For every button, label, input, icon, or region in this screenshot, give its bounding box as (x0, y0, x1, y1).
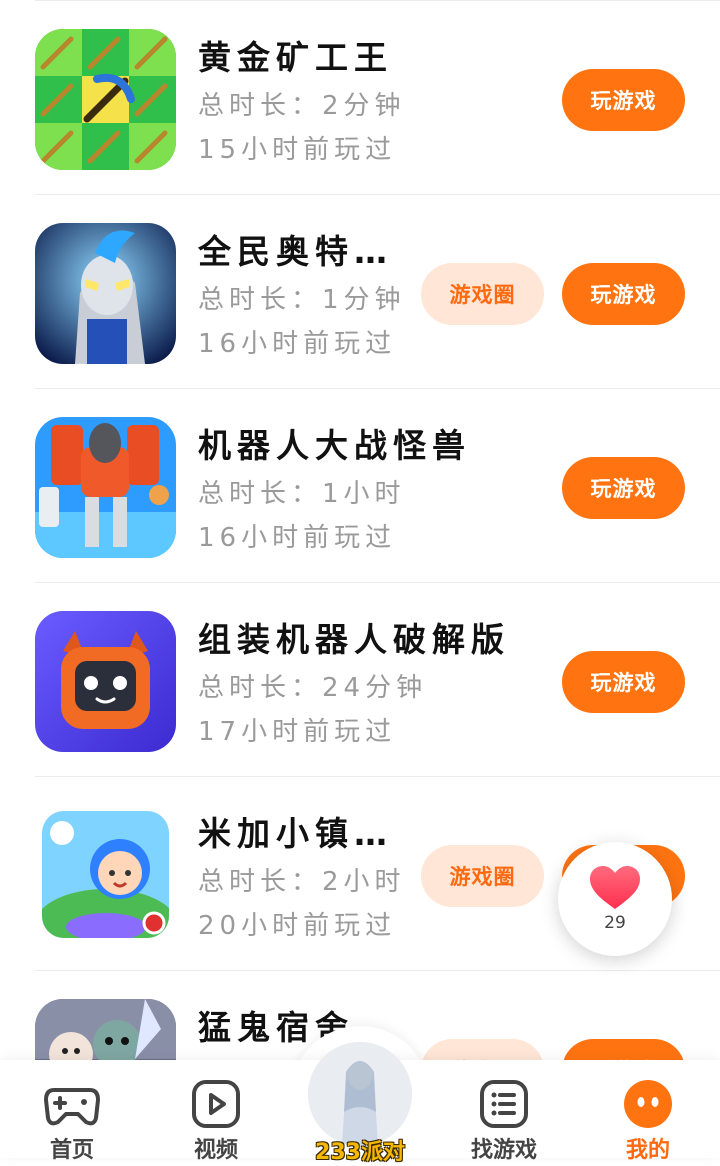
play-duration: 总时长：1小时 (198, 479, 406, 509)
gamepad-icon (44, 1088, 100, 1126)
game-title: 机器人大战怪兽 (198, 426, 471, 465)
tab-video[interactable]: 视频 (144, 1060, 288, 1163)
play-duration: 总时长：2小时 (198, 867, 406, 897)
play-game-button[interactable]: 玩游戏 (562, 651, 685, 713)
tab-label: 首页 (49, 1138, 94, 1163)
last-played: 16小时前玩过 (198, 523, 397, 553)
floating-like-badge[interactable]: 29 (558, 842, 672, 956)
party-tab-label[interactable]: 233派对 (300, 1134, 420, 1166)
like-count: 29 (604, 913, 626, 933)
profile-face-icon (624, 1080, 672, 1128)
game-row[interactable]: 组装机器人破解版 总时长：24分钟 17小时前玩过 玩游戏 (0, 583, 720, 777)
game-circle-button[interactable]: 游戏圈 (421, 845, 544, 907)
game-title: 黄金矿工王 (198, 38, 393, 77)
tab-mine[interactable]: 我的 (576, 1060, 720, 1163)
tab-home[interactable]: 首页 (0, 1060, 144, 1163)
last-played: 15小时前玩过 (198, 135, 397, 165)
ultraman-hero-icon[interactable] (35, 223, 176, 364)
list-icon (480, 1080, 528, 1128)
last-played: 17小时前玩过 (198, 717, 397, 747)
play-game-button[interactable]: 玩游戏 (562, 263, 685, 325)
play-duration: 总时长：1分钟 (198, 285, 406, 315)
game-row[interactable]: 全民奥特… 总时长：1分钟 16小时前玩过 游戏圈 玩游戏 (0, 195, 720, 389)
tab-find-games[interactable]: 找游戏 (432, 1060, 576, 1163)
play-duration: 总时长：24分钟 (198, 673, 428, 703)
play-game-button[interactable]: 玩游戏 (562, 457, 685, 519)
game-title: 组装机器人破解版 (198, 620, 510, 659)
tab-label: 找游戏 (470, 1138, 537, 1163)
party-avatar[interactable] (308, 1042, 412, 1146)
miga-town-character-icon[interactable] (42, 811, 169, 938)
play-duration: 总时长：2分钟 (198, 91, 406, 121)
heart-icon (590, 866, 640, 909)
play-game-button[interactable]: 玩游戏 (562, 69, 685, 131)
play-video-icon (192, 1080, 240, 1128)
game-title: 全民奥特… (198, 232, 393, 271)
last-played: 20小时前玩过 (198, 911, 397, 941)
mech-robot-icon[interactable] (35, 417, 176, 558)
game-circle-button[interactable]: 游戏圈 (421, 263, 544, 325)
tab-label: 我的 (625, 1138, 670, 1163)
golden-pickaxe-grid-icon[interactable] (35, 29, 176, 170)
last-played: 16小时前玩过 (198, 329, 397, 359)
tab-label: 视频 (193, 1138, 238, 1163)
game-row[interactable]: 黄金矿工王 总时长：2分钟 15小时前玩过 玩游戏 (0, 1, 720, 195)
orange-robot-head-icon[interactable] (35, 611, 176, 752)
game-title: 米加小镇… (198, 814, 393, 853)
game-row[interactable]: 机器人大战怪兽 总时长：1小时 16小时前玩过 玩游戏 (0, 389, 720, 583)
